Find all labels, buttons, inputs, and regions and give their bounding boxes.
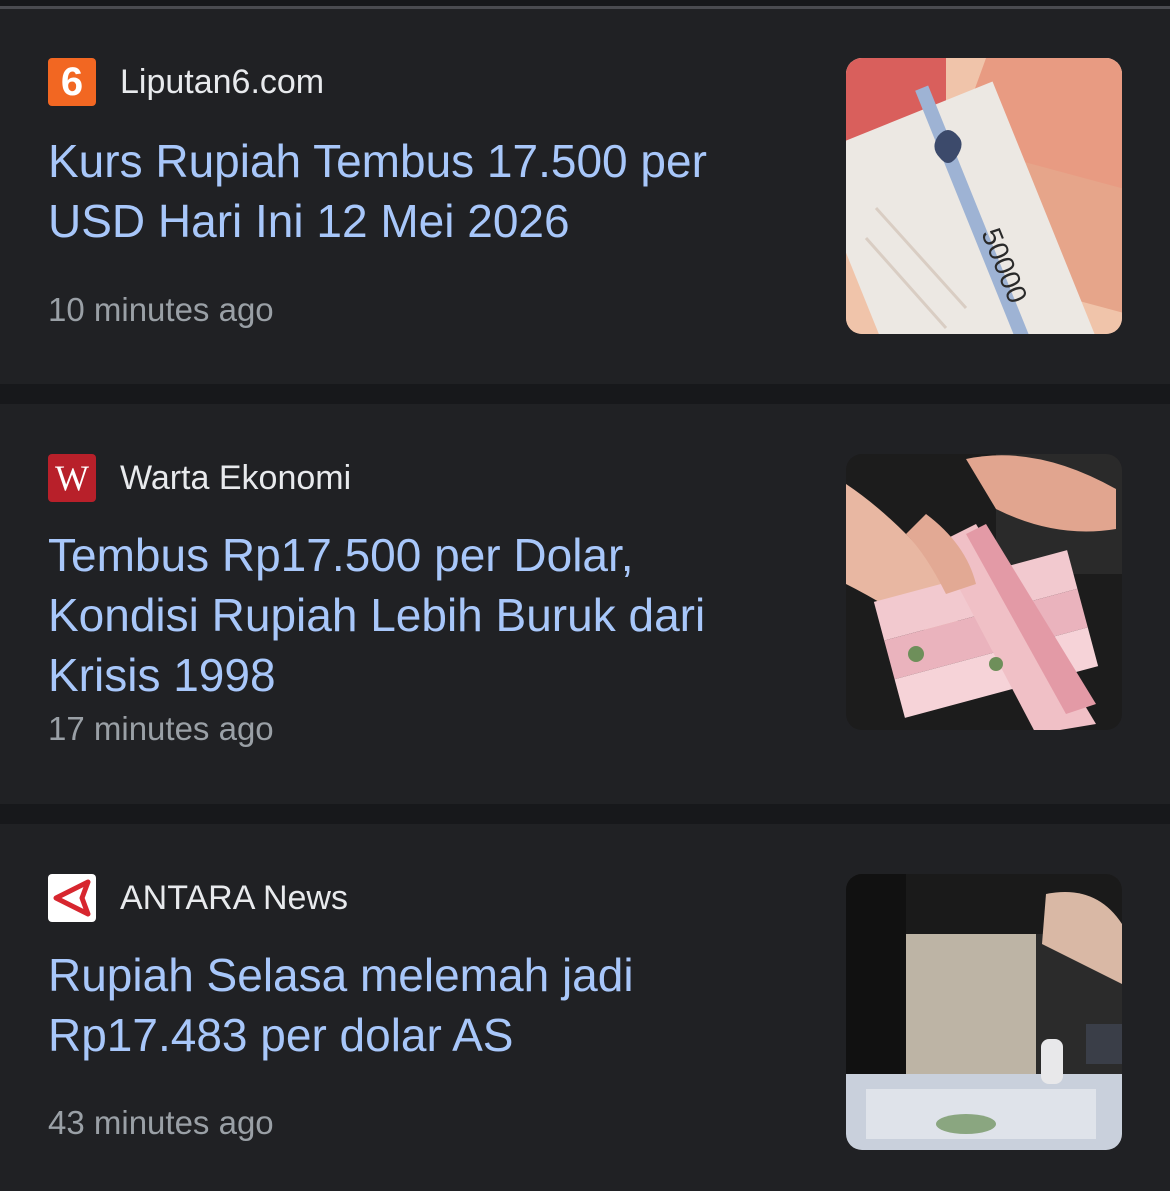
source-row: 6 Liputan6.com — [48, 58, 324, 106]
headline-link[interactable]: Kurs Rupiah Tembus 17.500 per USD Hari I… — [48, 131, 788, 251]
timestamp: 43 minutes ago — [48, 1104, 274, 1141]
news-card[interactable]: ANTARA News Rupiah Selasa melemah jadi R… — [0, 824, 1170, 1191]
article-thumbnail[interactable] — [846, 454, 1122, 730]
hands-counting-money-image — [846, 454, 1122, 730]
liputan6-logo-icon: 6 — [48, 58, 96, 106]
banknotes-image: 50000 — [846, 58, 1122, 334]
source-name: ANTARA News — [120, 878, 348, 917]
source-row: ANTARA News — [48, 874, 348, 922]
source-name: Liputan6.com — [120, 62, 325, 101]
timestamp: 17 minutes ago — [48, 710, 274, 747]
warta-ekonomi-logo-icon: W — [48, 454, 96, 502]
money-counting-machine-image — [846, 874, 1122, 1150]
source-name: Warta Ekonomi — [120, 458, 352, 497]
source-row: W Warta Ekonomi — [48, 454, 351, 502]
headline-link[interactable]: Tembus Rp17.500 per Dolar, Kondisi Rupia… — [48, 525, 788, 705]
headline-link[interactable]: Rupiah Selasa melemah jadi Rp17.483 per … — [48, 945, 788, 1065]
timestamp: 10 minutes ago — [48, 291, 274, 328]
antara-news-logo-icon — [48, 874, 96, 922]
news-card[interactable]: W Warta Ekonomi Tembus Rp17.500 per Dola… — [0, 404, 1170, 804]
news-card[interactable]: 6 Liputan6.com Kurs Rupiah Tembus 17.500… — [0, 9, 1170, 384]
article-thumbnail[interactable]: 50000 — [846, 58, 1122, 334]
article-thumbnail[interactable] — [846, 874, 1122, 1150]
